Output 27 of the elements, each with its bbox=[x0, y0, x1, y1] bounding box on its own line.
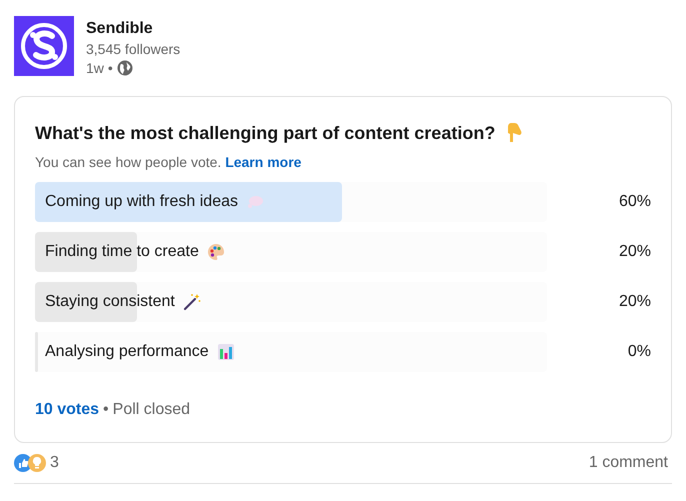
option-percent: 0% bbox=[628, 342, 651, 362]
separator-dot: • bbox=[108, 59, 113, 77]
learn-more-link[interactable]: Learn more bbox=[225, 154, 302, 170]
votes-link[interactable]: 10 votes bbox=[35, 398, 100, 422]
thought-bubble-icon bbox=[246, 195, 264, 209]
post-time: 1w bbox=[86, 59, 104, 77]
poll-status: Poll closed bbox=[112, 400, 190, 420]
option-label: Analysing performance bbox=[45, 342, 209, 362]
author-name[interactable]: Sendible bbox=[86, 18, 180, 40]
lightbulb-reaction-icon[interactable] bbox=[28, 454, 46, 472]
option-label: Coming up with fresh ideas bbox=[45, 192, 238, 212]
magic-wand-icon bbox=[182, 293, 201, 311]
question-text: What's the most challenging part of content creation? bbox=[35, 122, 496, 145]
palette-icon bbox=[206, 243, 225, 261]
option-percent: 60% bbox=[618, 192, 651, 212]
visibility-note: You can see how people vote. bbox=[35, 154, 222, 170]
option-percent: 20% bbox=[618, 242, 651, 262]
bar-chart-icon bbox=[216, 343, 235, 361]
option-percent: 20% bbox=[618, 292, 651, 312]
comment-count[interactable]: 1 comment bbox=[588, 451, 668, 475]
follower-count: 3,545 followers bbox=[86, 40, 180, 59]
option-label: Finding time to create bbox=[45, 242, 199, 262]
option-label: Staying consistent bbox=[45, 292, 175, 312]
logo-icon[interactable] bbox=[14, 16, 74, 76]
globe-icon bbox=[116, 60, 133, 76]
separator-dot: • bbox=[103, 400, 109, 420]
reaction-count[interactable]: 3 bbox=[50, 451, 59, 475]
